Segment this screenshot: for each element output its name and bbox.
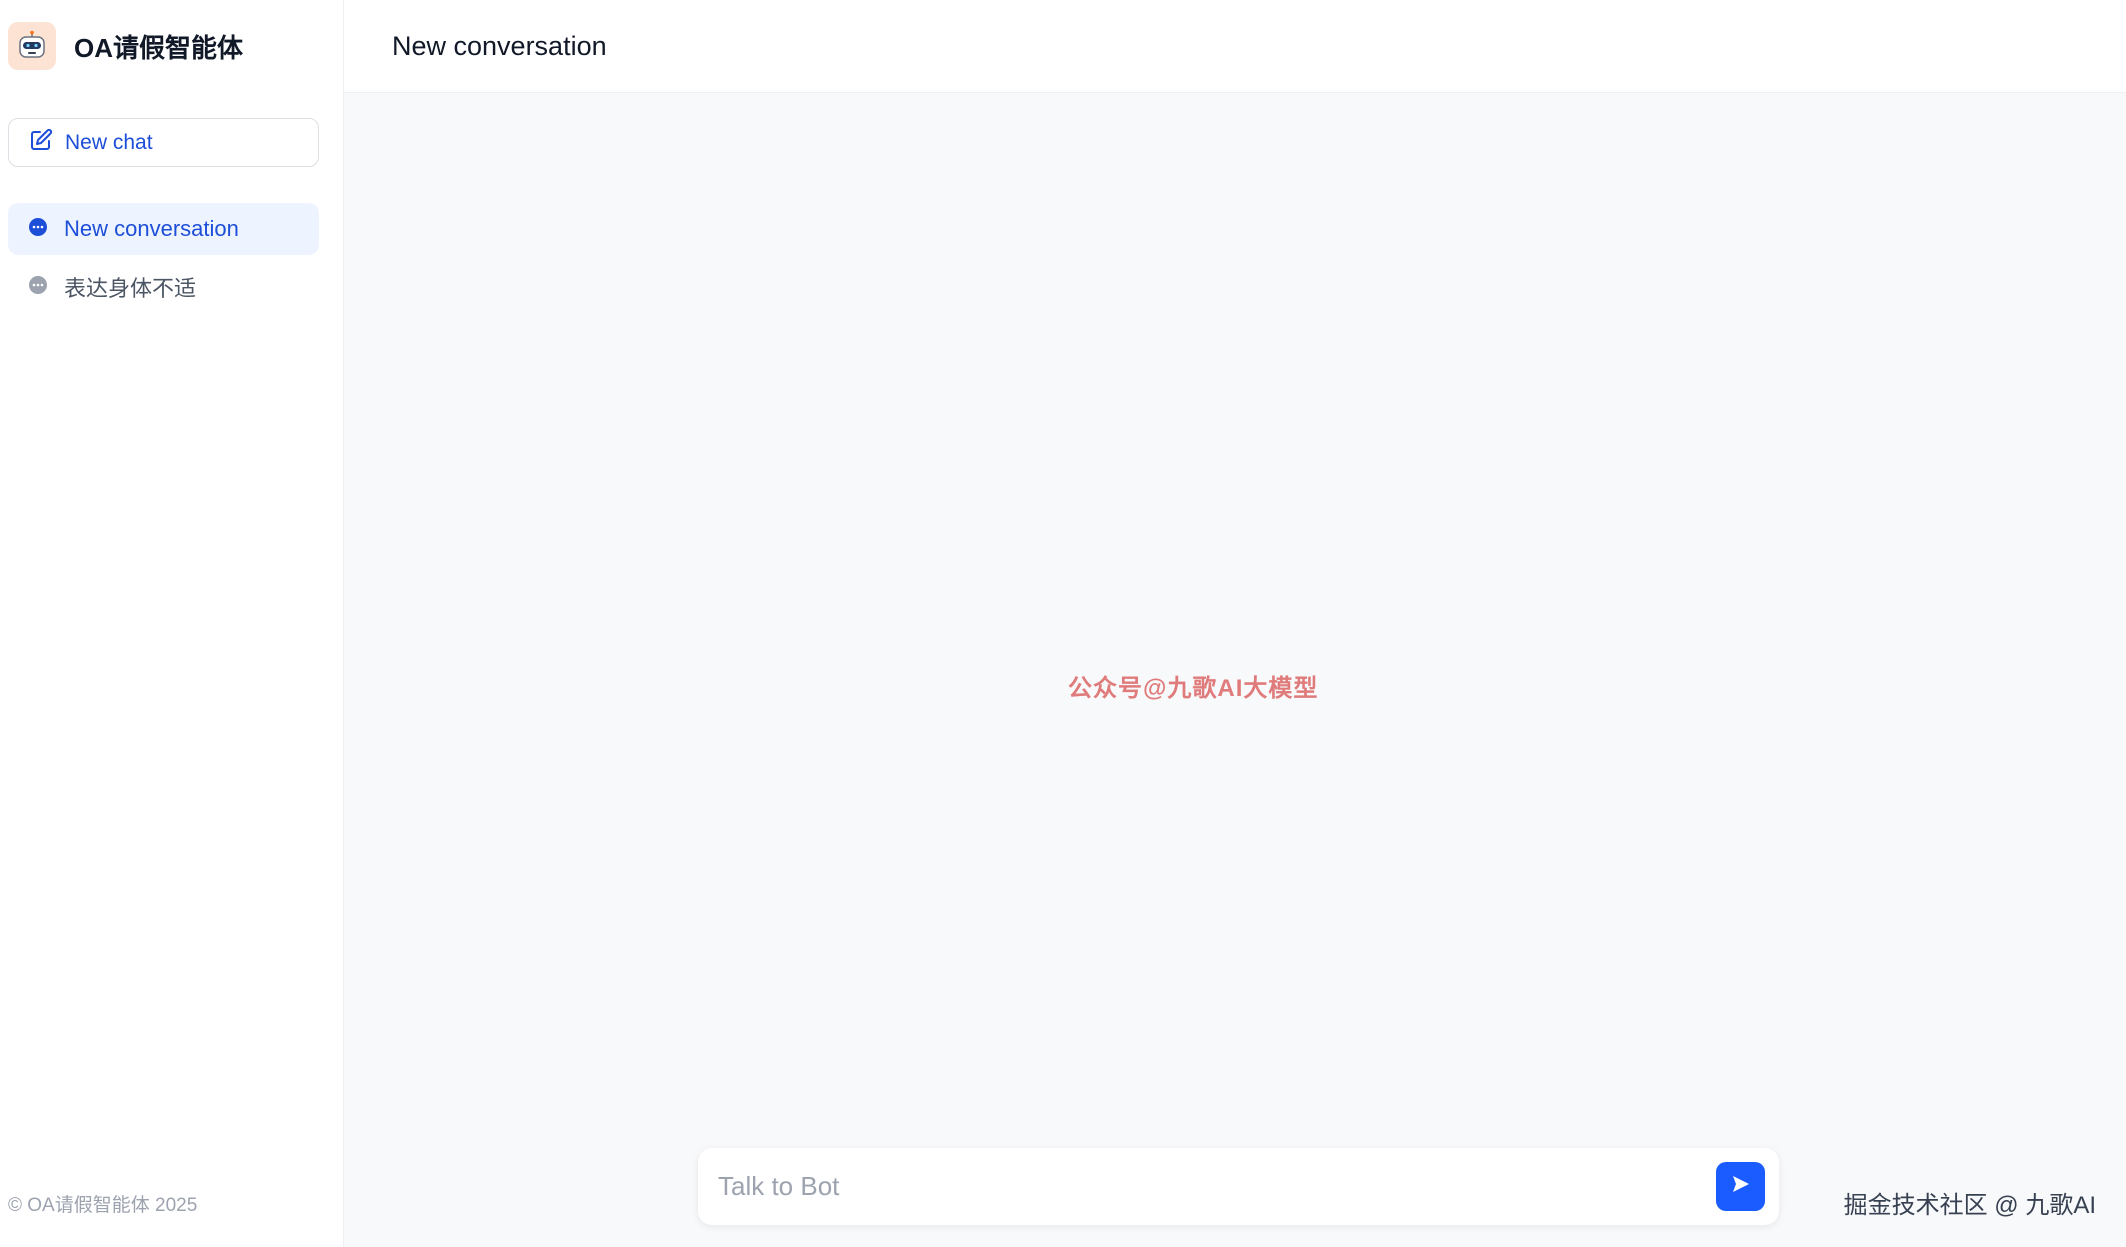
credit-watermark: 掘金技术社区 @ 九歌AI bbox=[1843, 1192, 2096, 1219]
conversation-label: New conversation bbox=[64, 216, 239, 241]
message-input[interactable] bbox=[718, 1171, 1716, 1202]
app-window: OA请假智能体 New chat New conversation 表达身体不适… bbox=[0, 0, 2126, 1247]
message-composer bbox=[698, 1148, 1779, 1225]
send-icon bbox=[1730, 1173, 1752, 1200]
chat-bubble-icon bbox=[28, 217, 48, 242]
edit-icon bbox=[29, 128, 53, 157]
conversation-label: 表达身体不适 bbox=[64, 276, 197, 301]
send-button[interactable] bbox=[1716, 1162, 1765, 1211]
app-title: OA请假智能体 bbox=[74, 32, 244, 63]
chat-header: New conversation bbox=[344, 0, 2126, 93]
conversation-item-new-conversation[interactable]: New conversation bbox=[8, 203, 319, 255]
brand-header: OA请假智能体 bbox=[0, 0, 343, 92]
watermark-text: 公众号@九歌AI大模型 bbox=[1068, 675, 1319, 702]
conversation-item-physical-discomfort[interactable]: 表达身体不适 bbox=[8, 261, 319, 313]
new-chat-label: New chat bbox=[65, 130, 153, 154]
chat-main: New conversation 公众号@九歌AI大模型 掘金技术社区 @ 九歌… bbox=[344, 0, 2126, 1247]
sidebar-footer-copyright: © OA请假智能体 2025 bbox=[8, 1195, 198, 1216]
page-title: New conversation bbox=[392, 30, 607, 61]
conversation-list: New conversation 表达身体不适 bbox=[8, 203, 319, 319]
sidebar: OA请假智能体 New chat New conversation 表达身体不适… bbox=[0, 0, 344, 1247]
new-chat-button[interactable]: New chat bbox=[8, 118, 319, 167]
robot-icon bbox=[8, 22, 56, 70]
chat-bubble-icon bbox=[28, 275, 48, 300]
